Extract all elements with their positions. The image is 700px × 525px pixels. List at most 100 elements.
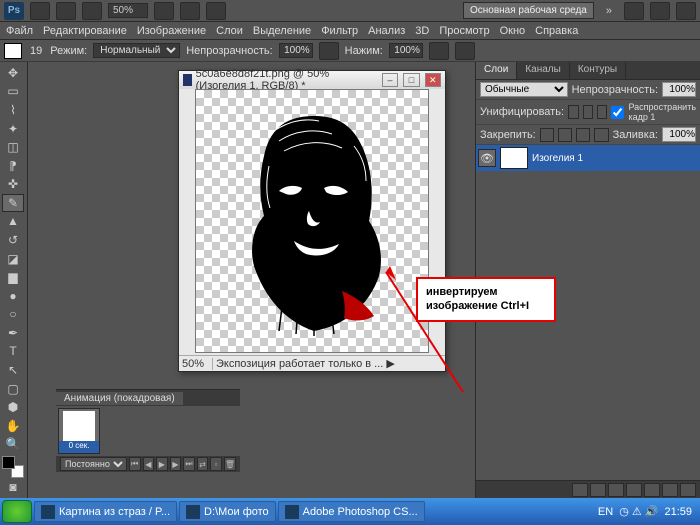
tab-layers[interactable]: Слои <box>476 62 517 79</box>
lock-pos-icon[interactable] <box>576 128 590 142</box>
arrange-icon[interactable] <box>180 2 200 20</box>
new-layer-icon[interactable] <box>662 483 678 497</box>
pressure-opacity-icon[interactable] <box>319 42 339 60</box>
brush-tool[interactable]: ✎ <box>2 194 24 212</box>
next-frame-button[interactable]: ▶ <box>170 457 182 471</box>
tab-paths[interactable]: Контуры <box>570 62 626 79</box>
history-brush-tool[interactable]: ↺ <box>2 231 24 249</box>
start-button[interactable] <box>2 500 32 523</box>
doc-max-button[interactable]: □ <box>403 73 419 87</box>
path-tool[interactable]: ↖ <box>2 361 24 379</box>
wand-tool[interactable]: ✦ <box>2 120 24 138</box>
layer-thumb[interactable] <box>500 147 528 169</box>
lang-indicator[interactable]: EN <box>598 506 613 518</box>
menu-file[interactable]: Файл <box>6 25 33 37</box>
hand-tool[interactable]: ✋ <box>2 417 24 435</box>
pressure-size-icon[interactable] <box>455 42 475 60</box>
document-canvas[interactable] <box>195 89 429 353</box>
trash-icon[interactable] <box>680 483 696 497</box>
workspace-button[interactable]: Основная рабочая среда <box>463 2 594 19</box>
new-frame-button[interactable]: ▫ <box>210 457 222 471</box>
zoom-tool[interactable]: 🔍 <box>2 436 24 454</box>
loop-select[interactable]: Постоянно <box>60 457 127 471</box>
doc-close-button[interactable]: ✕ <box>425 73 441 87</box>
brush-preview[interactable] <box>4 43 22 59</box>
adjust-icon[interactable] <box>626 483 642 497</box>
propagate-checkbox[interactable] <box>611 105 624 120</box>
stamp-tool[interactable]: ▲ <box>2 213 24 231</box>
unify-vis-icon[interactable] <box>583 105 593 119</box>
menu-window[interactable]: Окно <box>500 25 526 37</box>
history-icon[interactable] <box>56 2 76 20</box>
layer-opacity-input[interactable] <box>662 82 696 97</box>
first-frame-button[interactable]: ⏮ <box>129 457 141 471</box>
task-item[interactable]: Adobe Photoshop CS... <box>278 501 425 522</box>
menu-layers[interactable]: Слои <box>216 25 243 37</box>
task-item[interactable]: D:\Мои фото <box>179 501 276 522</box>
unify-style-icon[interactable] <box>597 105 607 119</box>
menu-filter[interactable]: Фильтр <box>321 25 358 37</box>
layer-row[interactable]: 👁 Изогелия 1 <box>476 145 700 171</box>
last-frame-button[interactable]: ⏭ <box>183 457 195 471</box>
prev-frame-button[interactable]: ◀ <box>143 457 155 471</box>
max-icon[interactable] <box>650 2 670 20</box>
layer-name[interactable]: Изогелия 1 <box>532 153 583 164</box>
screen-icon[interactable] <box>206 2 226 20</box>
tab-channels[interactable]: Каналы <box>517 62 570 79</box>
animation-tab[interactable]: Анимация (покадровая) <box>56 392 183 405</box>
type-tool[interactable]: T <box>2 343 24 361</box>
heal-tool[interactable]: ✜ <box>2 175 24 193</box>
mask-icon[interactable] <box>608 483 624 497</box>
group-icon[interactable] <box>644 483 660 497</box>
tween-button[interactable]: ⇄ <box>197 457 209 471</box>
link-icon[interactable] <box>572 483 588 497</box>
play-button[interactable]: ▶ <box>156 457 168 471</box>
gradient-tool[interactable]: ▆ <box>2 268 24 286</box>
lock-pixels-icon[interactable] <box>558 128 572 142</box>
shape-tool[interactable]: ▢ <box>2 380 24 398</box>
move-tool[interactable]: ✥ <box>2 64 24 82</box>
hand-icon[interactable] <box>154 2 174 20</box>
delete-frame-button[interactable]: 🗑 <box>224 457 236 471</box>
crop-tool[interactable]: ◫ <box>2 138 24 156</box>
unify-pos-icon[interactable] <box>568 105 578 119</box>
close-icon[interactable] <box>676 2 696 20</box>
3d-tool[interactable]: ⬢ <box>2 398 24 416</box>
bridge-icon[interactable] <box>30 2 50 20</box>
lock-all-icon[interactable] <box>594 128 608 142</box>
eyedropper-tool[interactable]: ⁋ <box>2 157 24 175</box>
mode-select[interactable]: Нормальный <box>93 43 180 58</box>
eraser-tool[interactable]: ◪ <box>2 250 24 268</box>
fx-icon[interactable] <box>590 483 606 497</box>
system-tray[interactable]: EN ◷ ⚠ 🔊 21:59 <box>592 505 698 518</box>
opacity-input[interactable] <box>279 43 313 58</box>
quickmask-tool[interactable]: ◙ <box>2 479 24 497</box>
pen-tool[interactable]: ✒ <box>2 324 24 342</box>
menu-3d[interactable]: 3D <box>415 25 429 37</box>
zoom-select[interactable]: 50% <box>108 3 148 18</box>
menu-image[interactable]: Изображение <box>137 25 206 37</box>
min-icon[interactable] <box>624 2 644 20</box>
flow-input[interactable] <box>389 43 423 58</box>
menu-select[interactable]: Выделение <box>253 25 311 37</box>
fill-input[interactable] <box>662 127 696 142</box>
visibility-icon[interactable]: 👁 <box>478 149 496 167</box>
animation-frame[interactable]: 0 сек. <box>58 408 100 454</box>
view-icon[interactable] <box>82 2 102 20</box>
expand-icon[interactable]: » <box>600 5 618 17</box>
blend-mode-select[interactable]: Обычные <box>480 82 568 97</box>
airbrush-icon[interactable] <box>429 42 449 60</box>
blur-tool[interactable]: ● <box>2 287 24 305</box>
menu-help[interactable]: Справка <box>535 25 578 37</box>
color-swatches[interactable] <box>2 456 24 477</box>
doc-min-button[interactable]: – <box>382 73 398 87</box>
dodge-tool[interactable]: ○ <box>2 306 24 324</box>
menu-analysis[interactable]: Анализ <box>368 25 405 37</box>
lasso-tool[interactable]: ⌇ <box>2 101 24 119</box>
lock-trans-icon[interactable] <box>540 128 554 142</box>
menu-view[interactable]: Просмотр <box>439 25 489 37</box>
task-item[interactable]: Картина из страз / P... <box>34 501 177 522</box>
menu-edit[interactable]: Редактирование <box>43 25 127 37</box>
marquee-tool[interactable]: ▭ <box>2 83 24 101</box>
doc-zoom[interactable]: 50% <box>179 358 213 370</box>
